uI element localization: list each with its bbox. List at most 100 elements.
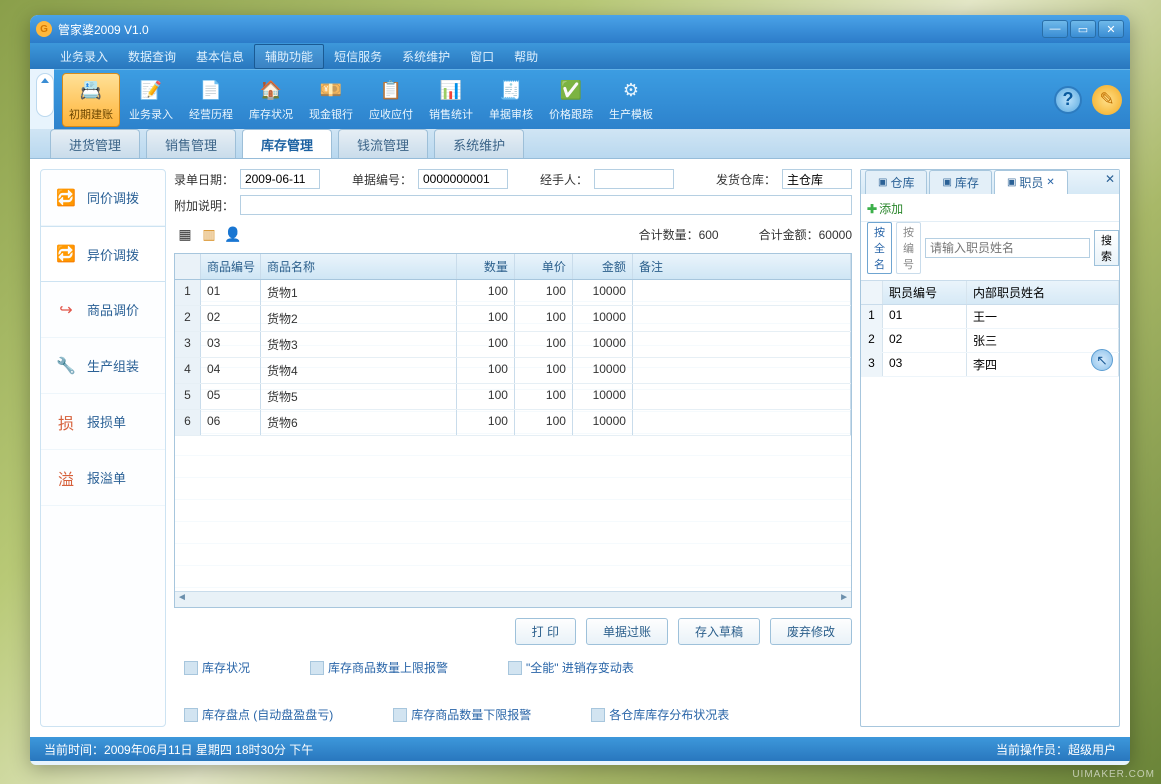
nav-item-0[interactable]: 🔁同价调拨 <box>41 170 165 226</box>
tool-btn-9[interactable]: ⚙生产模板 <box>602 73 660 127</box>
side-panel: ✕ ▣仓库▣库存▣职员 ✕ ✚添加 按全名 按编号 搜索 职员编号 内部职员姓名… <box>860 169 1120 727</box>
date-input[interactable] <box>240 169 320 189</box>
side-row[interactable]: 303李四 <box>861 353 1119 377</box>
toolbar-collapse-toggle[interactable] <box>36 73 54 117</box>
maximize-button[interactable]: ▭ <box>1070 20 1096 38</box>
nav-item-2[interactable]: ↪商品调价 <box>41 282 165 338</box>
menu-item-7[interactable]: 帮助 <box>504 45 548 68</box>
side-tab-0[interactable]: ▣仓库 <box>865 170 927 194</box>
action-button-3[interactable]: 废弃修改 <box>770 618 852 645</box>
tool-btn-5[interactable]: 📋应收应付 <box>362 73 420 127</box>
tool-btn-0[interactable]: 📇初期建账 <box>62 73 120 127</box>
side-search-input[interactable] <box>925 238 1090 258</box>
bottom-link-1[interactable]: 库存商品数量上限报警 <box>310 659 448 676</box>
handler-label: 经手人： <box>540 171 588 188</box>
grid-header-rownum[interactable] <box>175 254 201 279</box>
grid-header-price[interactable]: 单价 <box>515 254 573 279</box>
main-tab-4[interactable]: 系统维护 <box>434 129 524 158</box>
cell-name: 货物3 <box>261 332 457 357</box>
grid-header-name[interactable]: 商品名称 <box>261 254 457 279</box>
side-header-rownum[interactable] <box>861 281 883 304</box>
grid-body[interactable]: 101货物110010010000202货物210010010000303货物3… <box>175 280 851 591</box>
nav-label: 同价调拨 <box>87 188 139 207</box>
warehouse-input[interactable] <box>782 169 852 189</box>
side-close-icon[interactable]: ✕ <box>1105 172 1115 186</box>
person-icon[interactable]: 👤 <box>224 225 242 243</box>
grid-header-qty[interactable]: 数量 <box>457 254 515 279</box>
building-icon[interactable]: ▥ <box>200 225 218 243</box>
add-button[interactable]: ✚添加 <box>867 200 903 217</box>
close-button[interactable]: ✕ <box>1098 20 1124 38</box>
bottom-link-5[interactable]: 各仓库库存分布状况表 <box>591 706 729 723</box>
note-input[interactable] <box>240 195 852 215</box>
filter-code-button[interactable]: 按编号 <box>896 222 921 274</box>
grid-header-code[interactable]: 商品编号 <box>201 254 261 279</box>
nav-item-3[interactable]: 🔧生产组装 <box>41 338 165 394</box>
table-row[interactable]: 101货物110010010000 <box>175 280 851 306</box>
link-icon <box>508 661 522 675</box>
grid-horizontal-scrollbar[interactable] <box>175 591 851 607</box>
menu-item-0[interactable]: 业务录入 <box>50 45 118 68</box>
tool-btn-1[interactable]: 📝业务录入 <box>122 73 180 127</box>
menu-item-2[interactable]: 基本信息 <box>186 45 254 68</box>
side-grid-header: 职员编号 内部职员姓名 <box>861 280 1119 305</box>
side-header-code[interactable]: 职员编号 <box>883 281 967 304</box>
menu-item-1[interactable]: 数据查询 <box>118 45 186 68</box>
side-tab-2[interactable]: ▣职员 ✕ <box>994 170 1068 194</box>
table-row[interactable]: 606货物610010010000 <box>175 410 851 436</box>
table-row[interactable]: 404货物410010010000 <box>175 358 851 384</box>
tool-icon: 📄 <box>197 78 225 104</box>
cell-code: 01 <box>201 280 261 305</box>
cell-price: 100 <box>515 280 573 305</box>
side-row[interactable]: 101王一 <box>861 305 1119 329</box>
tab-close-icon[interactable]: ✕ <box>1046 177 1054 188</box>
main-tab-3[interactable]: 钱流管理 <box>338 129 428 158</box>
bottom-link-0[interactable]: 库存状况 <box>184 659 250 676</box>
menu-item-6[interactable]: 窗口 <box>460 45 504 68</box>
table-row[interactable]: 505货物510010010000 <box>175 384 851 410</box>
menu-item-4[interactable]: 短信服务 <box>324 45 392 68</box>
menu-item-5[interactable]: 系统维护 <box>392 45 460 68</box>
nav-item-4[interactable]: 损报损单 <box>41 394 165 450</box>
grid-header-amt[interactable]: 金额 <box>573 254 633 279</box>
side-grid-body[interactable]: 101王一202张三303李四↖ <box>861 305 1119 726</box>
bottom-link-4[interactable]: 库存商品数量下限报警 <box>393 706 531 723</box>
billno-input[interactable] <box>418 169 508 189</box>
bottom-link-3[interactable]: 库存盘点 (自动盘盈盘亏) <box>184 706 333 723</box>
cell-amt: 10000 <box>573 410 633 435</box>
filter-fullname-button[interactable]: 按全名 <box>867 222 892 274</box>
bottom-link-2[interactable]: "全能" 进销存变动表 <box>508 659 634 676</box>
tool-btn-8[interactable]: ✅价格跟踪 <box>542 73 600 127</box>
side-search-button[interactable]: 搜索 <box>1094 230 1119 266</box>
action-button-2[interactable]: 存入草稿 <box>678 618 760 645</box>
sync-icon[interactable]: ✎ <box>1092 85 1122 115</box>
main-tab-2[interactable]: 库存管理 <box>242 129 332 158</box>
tool-btn-7[interactable]: 🧾单据审核 <box>482 73 540 127</box>
nav-icon: 🔧 <box>55 355 77 377</box>
status-bar: 当前时间：2009年06月11日 星期四 18时30分 下午 当前操作员：超级用… <box>30 737 1130 761</box>
tool-btn-2[interactable]: 📄经营历程 <box>182 73 240 127</box>
side-row[interactable]: 202张三 <box>861 329 1119 353</box>
tool-btn-3[interactable]: 🏠库存状况 <box>242 73 300 127</box>
table-row[interactable]: 303货物310010010000 <box>175 332 851 358</box>
handler-input[interactable] <box>594 169 674 189</box>
totals: 合计数量：600 合计金额：60000 <box>639 226 852 243</box>
table-row[interactable]: 202货物210010010000 <box>175 306 851 332</box>
nav-item-5[interactable]: 溢报溢单 <box>41 450 165 506</box>
main-tabs: 进货管理销售管理库存管理钱流管理系统维护 <box>30 129 1130 159</box>
main-tab-1[interactable]: 销售管理 <box>146 129 236 158</box>
grid-icon[interactable]: ▦ <box>176 225 194 243</box>
action-button-0[interactable]: 打 印 <box>515 618 576 645</box>
tool-btn-4[interactable]: 💴现金银行 <box>302 73 360 127</box>
nav-item-1[interactable]: 🔁异价调拨 <box>41 226 165 282</box>
side-header-name[interactable]: 内部职员姓名 <box>967 281 1119 304</box>
action-button-1[interactable]: 单据过账 <box>586 618 668 645</box>
grid-header-remark[interactable]: 备注 <box>633 254 851 279</box>
help-icon[interactable]: ? <box>1054 86 1082 114</box>
minimize-button[interactable]: — <box>1042 20 1068 38</box>
main-tab-0[interactable]: 进货管理 <box>50 129 140 158</box>
tool-btn-6[interactable]: 📊销售统计 <box>422 73 480 127</box>
cell-qty: 100 <box>457 280 515 305</box>
menu-item-3[interactable]: 辅助功能 <box>254 44 324 69</box>
side-tab-1[interactable]: ▣库存 <box>929 170 991 194</box>
